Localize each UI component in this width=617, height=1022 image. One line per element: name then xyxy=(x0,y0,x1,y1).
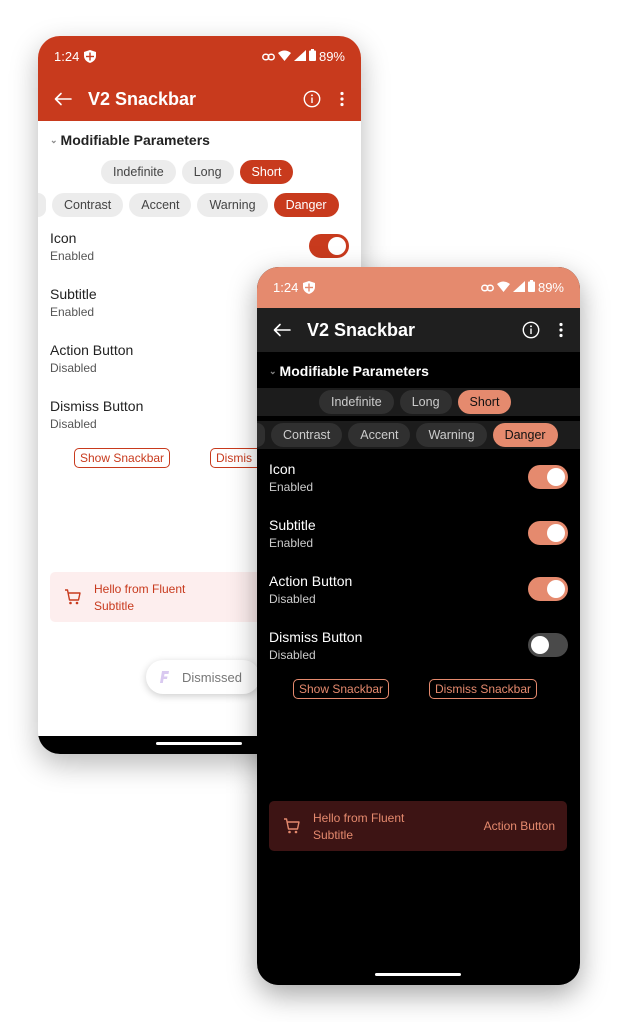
status-bar: 1:24 89% xyxy=(38,36,361,77)
more-vert-icon[interactable] xyxy=(337,88,347,110)
dismiss-button-toggle[interactable] xyxy=(528,633,568,657)
status-bar: 1:24 89% xyxy=(257,267,580,308)
status-time: 1:24 xyxy=(54,49,80,64)
toggle-knob xyxy=(328,237,346,255)
setting-value: Enabled xyxy=(50,249,95,263)
snackbar: Hello from Fluent Subtitle Action Button xyxy=(269,801,567,851)
setting-action-button: Action Button Disabled xyxy=(269,573,568,613)
chevron-down-icon: ⌄ xyxy=(269,365,277,376)
cart-icon xyxy=(281,815,303,837)
chevron-down-icon: ⌄ xyxy=(50,134,58,145)
show-snackbar-button[interactable]: Show Snackbar xyxy=(74,448,171,468)
snackbar-title: Hello from Fluent xyxy=(313,810,405,825)
wifi-icon xyxy=(496,280,510,295)
icon-toggle[interactable] xyxy=(528,465,568,489)
section-header[interactable]: ⌄ Modifiable Parameters xyxy=(269,363,429,379)
shield-icon xyxy=(84,50,97,63)
section-title: Modifiable Parameters xyxy=(279,363,429,379)
snackbar-subtitle: Subtitle xyxy=(313,827,354,842)
chip-danger[interactable]: Danger xyxy=(273,193,339,217)
section-title: Modifiable Parameters xyxy=(60,132,210,148)
chip-contrast[interactable]: Contrast xyxy=(52,193,124,217)
dismissed-toast: Dismissed xyxy=(146,660,260,694)
setting-label: Subtitle xyxy=(269,517,316,533)
chip-warning[interactable]: Warning xyxy=(416,423,487,447)
style-chips: Contrast Accent Warning Danger xyxy=(38,191,361,219)
navigation-bar xyxy=(257,967,580,985)
setting-label: Icon xyxy=(50,230,77,246)
home-indicator[interactable] xyxy=(375,973,461,976)
chip-accent[interactable]: Accent xyxy=(348,423,411,447)
setting-icon: Icon Enabled xyxy=(50,230,349,270)
setting-value: Enabled xyxy=(269,536,314,550)
toggle-knob xyxy=(547,580,565,598)
signal-icon xyxy=(512,280,525,295)
section-header[interactable]: ⌄ Modifiable Parameters xyxy=(50,132,210,148)
link-icon xyxy=(481,280,494,295)
setting-label: Dismiss Button xyxy=(269,629,363,645)
battery-icon xyxy=(527,280,535,295)
chip-contrast[interactable]: Contrast xyxy=(271,423,343,447)
subtitle-toggle[interactable] xyxy=(528,521,568,545)
cart-icon xyxy=(62,586,84,608)
page-title: V2 Snackbar xyxy=(88,88,197,109)
chip-warning[interactable]: Warning xyxy=(197,193,268,217)
chip-short[interactable]: Short xyxy=(239,160,294,184)
chip-danger[interactable]: Danger xyxy=(492,423,558,447)
app-bar: V2 Snackbar xyxy=(38,77,361,121)
snackbar-subtitle: Subtitle xyxy=(94,598,135,613)
setting-value: Disabled xyxy=(269,592,316,606)
snackbar-action[interactable]: Action Button xyxy=(484,819,555,833)
chip-long[interactable]: Long xyxy=(399,390,452,414)
setting-dismiss-button: Dismiss Button Disabled xyxy=(269,629,568,669)
setting-value: Enabled xyxy=(269,480,314,494)
status-time: 1:24 xyxy=(273,280,299,295)
dismiss-snackbar-button[interactable]: Dismis xyxy=(210,448,257,468)
dark-phone-screen: 1:24 89% V2 Snackbar ⌄ Modifiable Parame… xyxy=(257,267,580,985)
chip-partial[interactable] xyxy=(38,193,46,217)
page-title: V2 Snackbar xyxy=(307,319,416,340)
dismiss-snackbar-button[interactable]: Dismiss Snackbar xyxy=(429,679,538,699)
setting-label: Action Button xyxy=(269,573,353,589)
duration-chips: Indefinite Long Short xyxy=(257,388,580,416)
info-icon[interactable] xyxy=(520,319,542,341)
show-snackbar-button[interactable]: Show Snackbar xyxy=(293,679,390,699)
wifi-icon xyxy=(277,49,291,64)
info-icon[interactable] xyxy=(301,88,323,110)
setting-subtitle: Subtitle Enabled xyxy=(269,517,568,557)
duration-chips: Indefinite Long Short xyxy=(38,158,361,186)
chip-short[interactable]: Short xyxy=(457,390,512,414)
setting-icon: Icon Enabled xyxy=(269,461,568,501)
snackbar-title: Hello from Fluent xyxy=(94,581,186,596)
back-arrow-icon[interactable] xyxy=(52,88,74,110)
chip-long[interactable]: Long xyxy=(181,160,234,184)
battery-percent: 89% xyxy=(318,49,345,64)
chip-indefinite[interactable]: Indefinite xyxy=(319,390,394,414)
toggle-knob xyxy=(547,524,565,542)
shield-icon xyxy=(303,281,316,294)
setting-label: Icon xyxy=(269,461,296,477)
fluent-logo-icon xyxy=(156,669,172,685)
toggle-knob xyxy=(531,636,549,654)
chip-accent[interactable]: Accent xyxy=(129,193,192,217)
app-bar: V2 Snackbar xyxy=(257,308,580,352)
signal-icon xyxy=(293,49,306,64)
battery-icon xyxy=(308,49,316,64)
toggle-knob xyxy=(547,468,565,486)
back-arrow-icon[interactable] xyxy=(271,319,293,341)
icon-toggle[interactable] xyxy=(309,234,349,258)
toast-text: Dismissed xyxy=(182,669,242,685)
battery-percent: 89% xyxy=(537,280,564,295)
action-button-toggle[interactable] xyxy=(528,577,568,601)
setting-value: Disabled xyxy=(269,648,316,662)
chip-indefinite[interactable]: Indefinite xyxy=(101,160,176,184)
more-vert-icon[interactable] xyxy=(556,319,566,341)
home-indicator[interactable] xyxy=(156,742,242,745)
chip-partial[interactable] xyxy=(257,423,265,447)
style-chips: Contrast Accent Warning Danger xyxy=(257,421,580,449)
link-icon xyxy=(262,49,275,64)
